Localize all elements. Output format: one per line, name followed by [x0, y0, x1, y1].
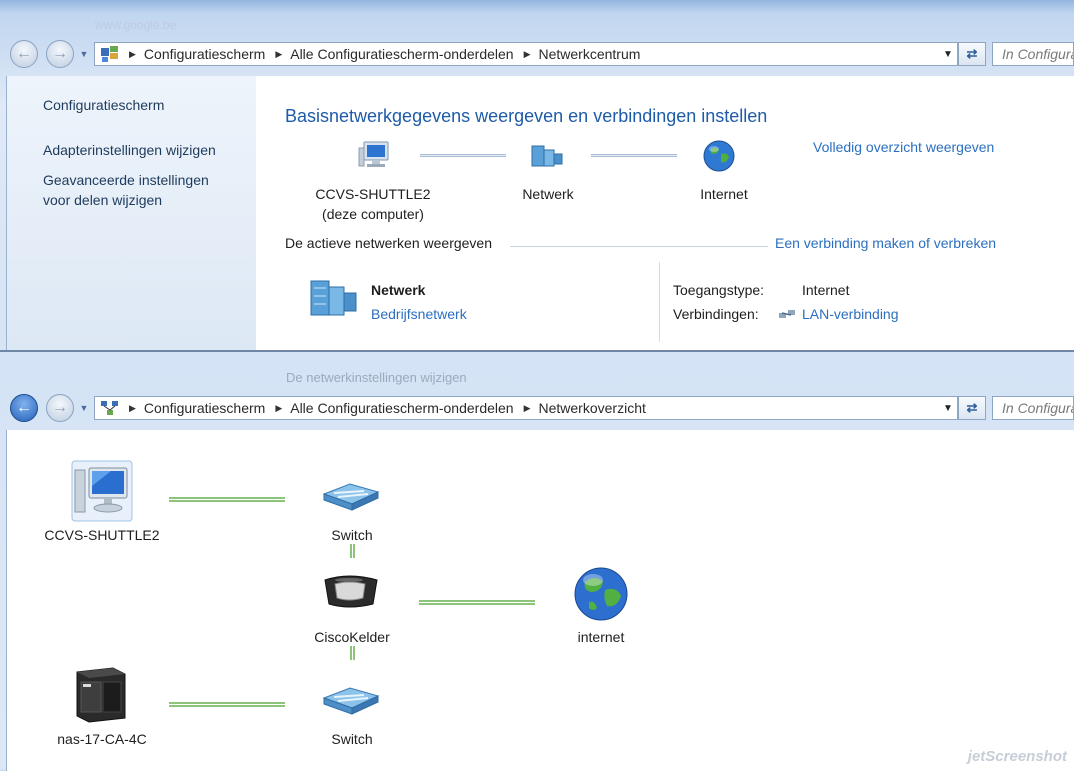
breadcrumb-all-items[interactable]: Alle Configuratiescherm-onderdelen	[290, 400, 513, 416]
back-button[interactable]: ←	[10, 394, 38, 422]
active-network-icon	[308, 276, 358, 321]
search-input[interactable]: In Configuratiescherm zoeken	[992, 42, 1074, 66]
vertical-divider	[659, 262, 660, 342]
nas-node-icon[interactable]	[73, 664, 129, 727]
network-map-window: De netwerkinstellingen wijzigen ← → ▼ ▶ …	[0, 350, 1074, 771]
breadcrumb-separator[interactable]: ▶	[524, 49, 531, 60]
network-map-icon	[99, 398, 121, 418]
connect-disconnect-link[interactable]: Een verbinding maken of verbreken	[775, 235, 996, 251]
computer-name-label: CCVS-SHUTTLE2	[315, 186, 431, 202]
back-arrow-icon: ←	[16, 399, 32, 416]
refresh-button[interactable]: ⇄	[958, 42, 986, 66]
nas-node-label: nas-17-CA-4C	[57, 731, 147, 747]
network-center-window: www.google.be ← → ▼ ▶ Configuratiescherm…	[0, 0, 1074, 350]
switch-node-icon[interactable]	[320, 478, 382, 517]
network-map-canvas: CCVS-SHUTTLE2 Switch CiscoKelder interne…	[6, 430, 1074, 771]
full-map-link[interactable]: Volledig overzicht weergeven	[813, 139, 994, 155]
internet-node-label: internet	[577, 629, 625, 645]
pc-node-label: CCVS-SHUTTLE2	[44, 527, 160, 543]
breadcrumb-network-center[interactable]: Netwerkcentrum	[539, 46, 641, 62]
address-bar[interactable]: ▶ Configuratiescherm ▶ Alle Configuratie…	[94, 42, 958, 66]
breadcrumb-separator[interactable]: ▶	[275, 49, 282, 60]
connection-line	[420, 154, 506, 157]
back-arrow-icon: ←	[16, 45, 32, 62]
watermark-text: jetScreenshot	[967, 748, 1067, 765]
address-dropdown-icon[interactable]: ▼	[939, 403, 957, 414]
network-icon[interactable]	[530, 142, 564, 173]
forward-button[interactable]: →	[46, 394, 74, 422]
refresh-button[interactable]: ⇄	[958, 396, 986, 420]
connection-line	[591, 154, 677, 157]
recent-pages-dropdown[interactable]: ▼	[78, 394, 90, 422]
link-pc-switch	[169, 497, 285, 502]
background-window-bar	[0, 0, 1074, 12]
internet-globe-icon[interactable]	[573, 566, 629, 625]
active-networks-heading: De actieve netwerken weergeven	[285, 235, 493, 251]
connections-label: Verbindingen:	[673, 306, 759, 322]
link-nas-switch	[169, 702, 285, 707]
task-pane: Configuratiescherm Adapterinstellingen w…	[6, 76, 257, 350]
network-type-link[interactable]: Bedrijfsnetwerk	[371, 306, 467, 322]
link-switch-router	[350, 544, 355, 558]
router-node-icon[interactable]	[319, 572, 383, 615]
page-title: Basisnetwerkgegevens weergeven en verbin…	[285, 106, 768, 126]
advanced-sharing-link-line1[interactable]: Geavanceerde instellingen	[43, 170, 209, 190]
background-url-text: www.google.be	[95, 18, 177, 32]
forward-arrow-icon: →	[52, 399, 68, 416]
refresh-icon: ⇄	[966, 400, 978, 415]
change-adapter-settings-link[interactable]: Adapterinstellingen wijzigen	[43, 140, 216, 160]
lan-connection-link[interactable]: LAN-verbinding	[802, 306, 899, 322]
breadcrumb-control-panel[interactable]: Configuratiescherm	[144, 46, 265, 62]
forward-arrow-icon: →	[52, 45, 68, 62]
background-window-text: De netwerkinstellingen wijzigen	[286, 370, 467, 385]
breadcrumb-all-items[interactable]: Alle Configuratiescherm-onderdelen	[290, 46, 513, 62]
back-button[interactable]: ←	[10, 40, 38, 68]
control-panel-icon	[99, 44, 121, 64]
link-router-switch	[350, 646, 355, 660]
access-type-label: Toegangstype:	[673, 282, 765, 298]
address-dropdown-icon[interactable]: ▼	[939, 49, 957, 60]
search-input[interactable]: In Configuratiescherm zoeken	[992, 396, 1074, 420]
switch2-node-label: Switch	[331, 731, 373, 747]
breadcrumb-separator[interactable]: ▶	[129, 403, 136, 414]
internet-label: Internet	[700, 186, 748, 202]
computer-icon[interactable]	[358, 140, 392, 173]
breadcrumb-network-map[interactable]: Netwerkoverzicht	[539, 400, 646, 416]
switch2-node-icon[interactable]	[320, 682, 382, 721]
address-bar[interactable]: ▶ Configuratiescherm ▶ Alle Configuratie…	[94, 396, 958, 420]
globe-icon[interactable]	[703, 140, 735, 175]
recent-pages-dropdown[interactable]: ▼	[78, 40, 90, 68]
breadcrumb-separator[interactable]: ▶	[129, 49, 136, 60]
switch-node-label: Switch	[331, 527, 373, 543]
link-router-internet	[419, 600, 535, 605]
breadcrumb-control-panel[interactable]: Configuratiescherm	[144, 400, 265, 416]
main-content: Basisnetwerkgegevens weergeven en verbin…	[256, 76, 1074, 350]
forward-button[interactable]: →	[46, 40, 74, 68]
pc-node-icon[interactable]	[71, 460, 133, 525]
section-divider	[510, 246, 768, 247]
access-type-value: Internet	[802, 282, 850, 298]
watermark-logo: jetScreenshot	[968, 748, 1067, 765]
breadcrumb-separator[interactable]: ▶	[524, 403, 531, 414]
advanced-sharing-link-line2[interactable]: voor delen wijzigen	[43, 190, 162, 210]
router-node-label: CiscoKelder	[314, 629, 390, 645]
lan-connection-icon	[778, 307, 796, 324]
network-label: Netwerk	[522, 186, 574, 202]
breadcrumb-separator[interactable]: ▶	[275, 403, 282, 414]
control-panel-home-link[interactable]: Configuratiescherm	[43, 95, 164, 115]
refresh-icon: ⇄	[966, 46, 978, 61]
this-computer-label: (deze computer)	[322, 206, 424, 222]
active-network-name: Netwerk	[371, 282, 426, 298]
